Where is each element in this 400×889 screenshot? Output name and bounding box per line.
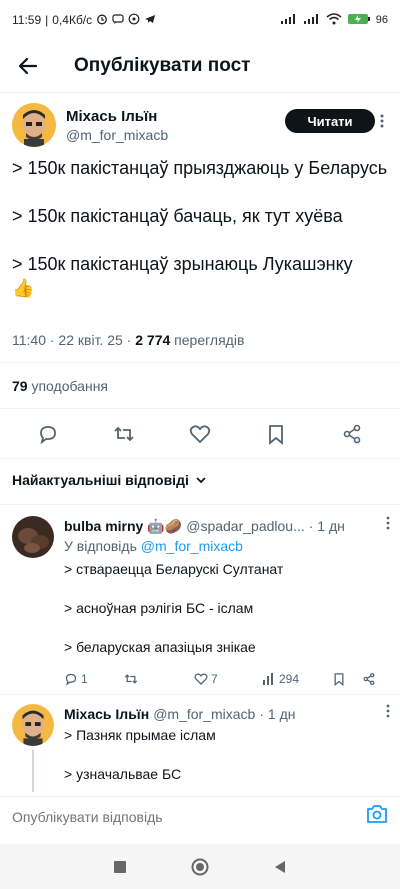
- top-app-bar: Опублікувати пост: [0, 40, 400, 92]
- thread-line: [32, 750, 34, 792]
- author-avatar[interactable]: [12, 103, 56, 147]
- back-arrow-icon: [18, 57, 38, 75]
- camera-icon: [367, 805, 387, 823]
- reply-like-count: 7: [211, 672, 218, 686]
- recents-button[interactable]: [105, 852, 135, 882]
- reply-time: · 1 дн: [259, 706, 296, 722]
- reply-author-name[interactable]: Міхась Ільїн: [64, 706, 149, 722]
- reply-composer: [0, 796, 400, 836]
- reply-author-name[interactable]: bulba mirny: [64, 518, 143, 534]
- replying-to-handle[interactable]: @m_for_mixacb: [141, 538, 243, 554]
- post-body: > 150к пакістанцаў прыязджаюць у Беларус…: [12, 156, 390, 300]
- circle-icon: [191, 858, 209, 875]
- reply-retweet-button[interactable]: [124, 672, 194, 686]
- system-nav-bar: [0, 844, 400, 889]
- follow-button[interactable]: Читати: [285, 109, 375, 133]
- like-button[interactable]: [180, 414, 220, 454]
- share-icon: [363, 672, 375, 686]
- back-button[interactable]: [0, 40, 56, 92]
- replying-to: У відповідь @m_for_mixacb: [64, 538, 390, 554]
- reply-icon: [40, 426, 56, 445]
- reply-button[interactable]: [28, 414, 68, 454]
- chevron-down-icon: [196, 477, 206, 484]
- likes-summary[interactable]: 79 уподобання: [12, 378, 108, 394]
- triangle-back-icon: [275, 860, 285, 873]
- post-line: > 150к пакістанцаў прыязджаюць у Беларус…: [12, 158, 388, 178]
- square-icon: [114, 860, 126, 873]
- retweet-icon: [114, 426, 134, 442]
- reply-like-button[interactable]: 7: [194, 672, 262, 686]
- bookmark-icon: [334, 673, 344, 686]
- reply-line: > Пазняк прымае іслам: [64, 727, 216, 743]
- reply-bookmark-button[interactable]: [332, 672, 362, 686]
- views-label: переглядів: [174, 332, 245, 348]
- reply-line: > узначальвае БС: [64, 766, 182, 782]
- author-name[interactable]: Міхась Ільїн: [66, 108, 168, 125]
- heart-icon: [194, 673, 208, 685]
- heart-icon: [189, 425, 211, 444]
- reply-author-badges: 🤖🥔: [147, 517, 183, 534]
- reply-view-count: 294: [279, 672, 300, 686]
- network-speed: 0,4Кб/с: [52, 13, 93, 27]
- system-back-button[interactable]: [265, 852, 295, 882]
- post-meta: 11:40 · 22 квіт. 25 · 2 774 переглядів: [12, 332, 244, 348]
- message-icon: [112, 13, 124, 28]
- reply-share-button[interactable]: [362, 672, 376, 686]
- battery-icon: [347, 13, 371, 28]
- reply-line: > асноўная рэлігія БС - іслам: [64, 600, 254, 616]
- retweet-icon: [124, 674, 138, 684]
- reply-reply-count: 1: [81, 672, 88, 686]
- sort-label: Найактуальніші відповіді: [12, 472, 189, 488]
- reply-time: · 1 дн: [308, 518, 345, 534]
- reply-item[interactable]: bulba mirny 🤖🥔 @spadar_padlou... · 1 дн …: [12, 516, 390, 686]
- replies-sort-dropdown[interactable]: Найактуальніші відповіді: [12, 472, 207, 488]
- camera-button[interactable]: [366, 804, 388, 829]
- reply-reply-button[interactable]: 1: [64, 672, 124, 686]
- post-line: > 150к пакістанцаў зрынаюць Лукашэнку: [12, 254, 353, 274]
- thumbs-up-emoji: 👍: [12, 278, 35, 298]
- post-timestamp[interactable]: 11:40 · 22 квіт. 25 ·: [12, 332, 131, 348]
- reply-actions: 1 7 294: [64, 670, 390, 688]
- reply-icon: [65, 673, 77, 686]
- reply-item[interactable]: Міхась Ільїн @m_for_mixacb · 1 дн > Пазн…: [12, 704, 390, 792]
- reply-avatar[interactable]: [12, 704, 54, 746]
- signal-icon-2: [303, 13, 321, 28]
- wifi-icon: [326, 12, 342, 28]
- battery-percent: 96: [375, 14, 388, 26]
- reply-more-icon[interactable]: [386, 516, 390, 535]
- alarm-icon: [96, 13, 108, 28]
- share-button[interactable]: [332, 414, 372, 454]
- post-author: Міхась Ільїн @m_for_mixacb Читати: [12, 100, 388, 150]
- bookmark-icon: [269, 425, 283, 445]
- reply-more-icon[interactable]: [386, 704, 390, 723]
- author-handle[interactable]: @m_for_mixacb: [66, 127, 168, 143]
- reply-author-handle[interactable]: @spadar_padlou...: [186, 518, 305, 534]
- likes-count: 79: [12, 378, 28, 394]
- home-button[interactable]: [185, 852, 215, 882]
- reply-author-handle[interactable]: @m_for_mixacb: [153, 706, 255, 722]
- bookmark-button[interactable]: [256, 414, 296, 454]
- view-count: 2 774: [135, 332, 171, 348]
- reply-line: > стварaецца Беларускі Султанат: [64, 561, 284, 577]
- status-bar: 11:59 | 0,4Кб/с 96: [12, 12, 388, 28]
- more-options-icon[interactable]: [376, 110, 388, 132]
- reply-input[interactable]: [12, 808, 312, 825]
- reply-views-button[interactable]: 294: [262, 672, 332, 686]
- views-icon: [263, 673, 273, 685]
- reply-avatar[interactable]: [12, 516, 54, 558]
- telegram-icon: [144, 13, 156, 28]
- likes-label: уподобання: [31, 378, 109, 394]
- whatsapp-icon: [128, 13, 140, 28]
- post-actions: [0, 414, 400, 454]
- status-time: 11:59: [12, 13, 42, 27]
- retweet-button[interactable]: [104, 414, 144, 454]
- signal-icon: [280, 13, 298, 28]
- header-divider: [0, 92, 400, 93]
- page-title: Опублікувати пост: [74, 55, 251, 76]
- replying-prefix: У відповідь: [64, 538, 137, 554]
- post-line: > 150к пакістанцаў бачаць, як тут хуёва: [12, 206, 343, 226]
- share-icon: [343, 424, 361, 444]
- reply-line: > беларуская апазіцыя знікае: [64, 639, 256, 655]
